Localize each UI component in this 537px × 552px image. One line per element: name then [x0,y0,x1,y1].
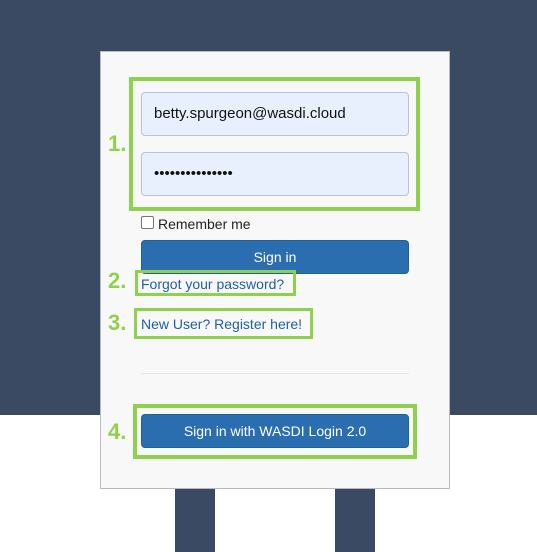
remember-me[interactable]: Remember me [141,214,251,232]
highlight-register [134,308,313,339]
divider [141,373,409,374]
highlight-wasdi-login [133,404,417,459]
step-number-4: 4. [108,419,127,444]
remember-me-label: Remember me [158,216,251,232]
remember-me-checkbox[interactable] [141,215,154,229]
background-pillar-right [335,488,375,552]
step-number-2: 2. [108,268,127,293]
step-number-3: 3. [108,310,127,335]
step-number-1: 1. [108,131,127,156]
highlight-forgot-password [135,270,296,296]
background-pillar-left [175,488,215,552]
sign-in-button[interactable]: Sign in [141,240,409,274]
highlight-credentials [129,77,420,211]
